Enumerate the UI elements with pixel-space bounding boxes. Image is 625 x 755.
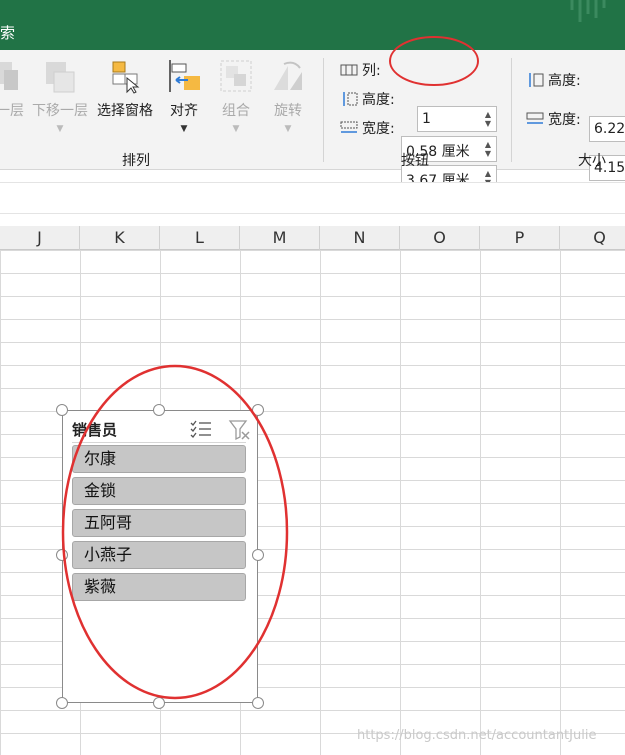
rotate-label: 旋转 <box>274 103 302 119</box>
size-height-row: 高度: <box>526 68 581 92</box>
bring-forward-icon <box>0 62 18 90</box>
slicer-item[interactable]: 小燕子 <box>72 541 246 569</box>
bring-forward-button[interactable]: 一层 <box>0 58 26 120</box>
button-width-row: 宽度: <box>340 116 395 140</box>
spinner-arrows-icon[interactable]: ▲▼ <box>483 110 493 128</box>
slicer-header: 销售员 <box>72 417 250 443</box>
column-header[interactable]: Q <box>560 226 625 250</box>
title-bar: 索 <box>0 0 625 50</box>
resize-handle[interactable] <box>56 549 68 561</box>
column-header[interactable]: J <box>0 226 80 250</box>
formula-bar-area[interactable] <box>0 182 625 214</box>
group-label: 组合 <box>222 103 250 119</box>
arrange-group-label: 排列 <box>122 153 150 169</box>
send-backward-icon <box>46 62 75 93</box>
chevron-down-icon: ▼ <box>232 124 240 134</box>
bring-forward-label: 一层 <box>0 103 24 119</box>
group-icon <box>220 60 252 92</box>
group-button[interactable]: 组合 ▼ <box>216 58 256 134</box>
width-label: 宽度: <box>362 121 395 137</box>
size-height-value: 6.22 <box>594 121 625 137</box>
align-button[interactable]: 对齐 ▼ <box>164 58 204 134</box>
height-icon <box>529 73 544 87</box>
multi-select-icon[interactable] <box>190 419 212 439</box>
columns-label: 列: <box>362 63 381 79</box>
columns-spinner[interactable]: 1 ▲ ▼ <box>417 106 497 132</box>
watermark: https://blog.csdn.net/accountantJulie <box>357 728 597 743</box>
width-icon <box>526 112 544 124</box>
width-icon <box>340 121 358 133</box>
chevron-down-icon: ▼ <box>56 124 64 134</box>
resize-handle[interactable] <box>252 549 264 561</box>
column-header-row: J K L M N O P Q <box>0 226 625 250</box>
send-backward-button[interactable]: 下移一层 ▼ <box>30 58 90 134</box>
chevron-down-icon: ▼ <box>284 124 292 134</box>
resize-handle[interactable] <box>252 404 264 416</box>
column-header[interactable]: O <box>400 226 480 250</box>
align-icon <box>169 60 200 92</box>
slicer-item[interactable]: 五阿哥 <box>72 509 246 537</box>
chevron-down-icon: ▼ <box>180 124 188 134</box>
group-separator <box>323 58 324 162</box>
size-width-row: 宽度: <box>526 107 581 131</box>
slicer-title: 销售员 <box>72 421 118 439</box>
column-header[interactable]: N <box>320 226 400 250</box>
selection-pane-button[interactable]: 选择窗格 <box>94 58 156 120</box>
column-header[interactable]: M <box>240 226 320 250</box>
align-label: 对齐 <box>170 103 198 119</box>
send-backward-label: 下移一层 <box>32 103 88 119</box>
column-header[interactable]: P <box>480 226 560 250</box>
height-label: 高度: <box>362 92 395 108</box>
slicer-item[interactable]: 紫薇 <box>72 573 246 601</box>
rotate-icon <box>274 61 302 90</box>
resize-handle[interactable] <box>153 404 165 416</box>
clear-filter-icon[interactable] <box>228 419 252 441</box>
group-separator <box>511 58 512 162</box>
column-header[interactable]: L <box>160 226 240 250</box>
size-width-label: 宽度: <box>548 112 581 128</box>
resize-handle[interactable] <box>56 404 68 416</box>
button-height-row: 高度: <box>340 87 395 111</box>
slicer[interactable]: 销售员 尔康 金锁 五阿哥 小燕子 紫薇 <box>62 410 258 703</box>
selection-pane-icon <box>112 61 140 94</box>
resize-handle[interactable] <box>56 697 68 709</box>
title-bar-decoration-icon <box>570 0 606 22</box>
columns-value: 1 <box>422 111 431 127</box>
selection-pane-label: 选择窗格 <box>97 103 153 119</box>
rotate-button[interactable]: 旋转 ▼ <box>268 58 308 134</box>
resize-handle[interactable] <box>252 697 264 709</box>
ribbon: 一层 下移一层 ▼ 选择窗格 对齐 ▼ 组合 ▼ 旋转 ▼ 排列 列: 1 ▲ … <box>0 50 625 191</box>
slicer-item[interactable]: 尔康 <box>72 445 246 473</box>
buttons-group-label: 按钮 <box>401 153 429 169</box>
button-columns-row: 列: <box>340 58 381 82</box>
slicer-item[interactable]: 金锁 <box>72 477 246 505</box>
window-title: 索 <box>0 24 16 42</box>
height-icon <box>343 92 358 106</box>
size-height-spinner[interactable]: 6.22 <box>589 116 625 142</box>
column-header[interactable]: K <box>80 226 160 250</box>
columns-icon <box>340 64 358 76</box>
resize-handle[interactable] <box>153 697 165 709</box>
spinner-arrows-icon[interactable]: ▲▼ <box>483 140 493 158</box>
size-height-label: 高度: <box>548 73 581 89</box>
size-group-label: 大小 <box>578 153 606 169</box>
